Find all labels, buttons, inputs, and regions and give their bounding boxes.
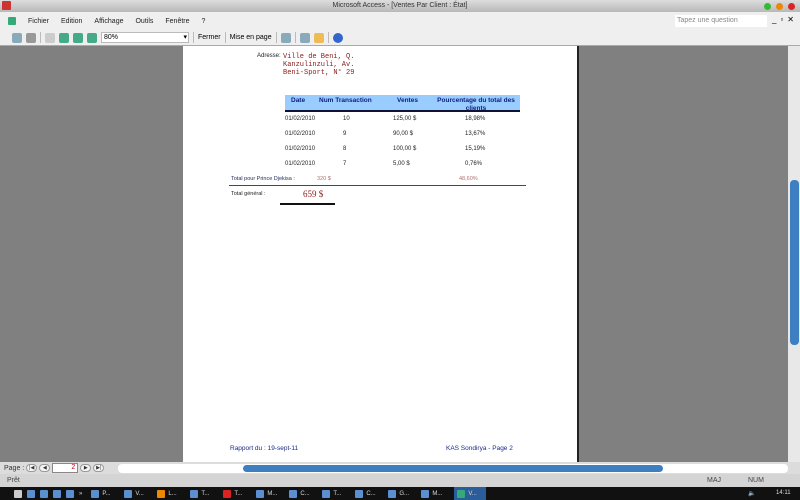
- footer-page: KAS Sondirya - Page 2: [446, 445, 513, 452]
- volume-icon[interactable]: 🔈: [748, 490, 755, 497]
- quicklaunch-icon[interactable]: [53, 489, 61, 498]
- doc-window-controls[interactable]: _▫✕: [772, 15, 798, 24]
- access-icon: [2, 1, 11, 10]
- grand-total-label: Total général :: [231, 191, 266, 197]
- window-title: Microsoft Access - [Ventes Par Client : …: [332, 2, 468, 9]
- db-icon: [8, 17, 16, 25]
- menu-edition[interactable]: Edition: [61, 18, 82, 25]
- table-row: 01/02/2010 8 100,00 $15,19%: [285, 146, 486, 152]
- last-page-button[interactable]: ▶|: [93, 464, 105, 472]
- menu-help[interactable]: ?: [202, 18, 206, 25]
- task-button[interactable]: M...: [256, 489, 284, 498]
- quicklaunch-icon[interactable]: [40, 489, 48, 498]
- page-number-input[interactable]: 2: [52, 463, 79, 473]
- underline: [280, 203, 335, 205]
- zoom-select[interactable]: 80%: [101, 32, 189, 43]
- help-icon[interactable]: [332, 32, 343, 43]
- task-button[interactable]: P...: [91, 489, 119, 498]
- next-page-button[interactable]: ▶: [80, 464, 92, 472]
- task-button[interactable]: V...: [124, 489, 152, 498]
- menu-fichier[interactable]: Fichier: [28, 18, 49, 25]
- taskbar: » P... V... L... T... T... M... C... T..…: [0, 487, 800, 500]
- status-bar: Prêt MAJ NUM: [0, 474, 800, 487]
- table-header: Date Num Transaction Ventes Pourcentage …: [285, 95, 520, 112]
- divider: [229, 185, 526, 186]
- footer-date: Rapport du : 19-sept-11: [230, 445, 299, 452]
- horizontal-scroll-thumb[interactable]: [243, 465, 663, 472]
- quicklaunch-icon[interactable]: [27, 489, 35, 498]
- menu-affichage[interactable]: Affichage: [94, 18, 123, 25]
- close-dot-icon[interactable]: [788, 3, 795, 10]
- toolbar: 80% Fermer Mise en page: [0, 30, 800, 46]
- task-button[interactable]: T...: [190, 489, 218, 498]
- subtotal-value: 320 $: [317, 176, 331, 182]
- minimize-dot-icon[interactable]: [764, 3, 771, 10]
- new-object-icon[interactable]: [313, 32, 324, 43]
- print-icon[interactable]: [26, 32, 36, 43]
- subtotal-label: Total pour Prince Djekisa :: [231, 176, 295, 182]
- title-bar: Microsoft Access - [Ventes Par Client : …: [0, 0, 800, 12]
- start-icon[interactable]: [14, 489, 22, 498]
- close-button[interactable]: Fermer: [198, 34, 221, 41]
- num-indicator: NUM: [748, 477, 764, 484]
- address-label: Adresse:: [257, 53, 281, 59]
- address: Ville de Beni, Q. Kanzulinzuli, Av. Beni…: [283, 53, 355, 77]
- prev-page-button[interactable]: ◀: [39, 464, 51, 472]
- page-label: Page :: [4, 464, 25, 472]
- quicklaunch-icon[interactable]: [66, 489, 74, 498]
- task-button[interactable]: G...: [388, 489, 416, 498]
- task-button[interactable]: L...: [157, 489, 185, 498]
- question-input[interactable]: Tapez une question: [675, 15, 767, 27]
- status-text: Prêt: [7, 477, 20, 484]
- office-links-icon[interactable]: [280, 32, 291, 43]
- menu-fenetre[interactable]: Fenêtre: [165, 18, 189, 25]
- task-button[interactable]: T...: [322, 489, 350, 498]
- task-button[interactable]: M...: [421, 489, 449, 498]
- multiple-pages-icon[interactable]: [87, 32, 97, 43]
- task-button-active[interactable]: V...: [454, 487, 487, 500]
- task-button[interactable]: C...: [289, 489, 317, 498]
- view-icon[interactable]: [12, 32, 22, 43]
- table-row: 01/02/2010 7 5,00 $0,76%: [285, 161, 483, 167]
- caps-indicator: MAJ: [707, 477, 721, 484]
- clock: 14:11: [776, 490, 791, 496]
- grand-total-value: 659 $: [303, 189, 324, 199]
- task-button[interactable]: T...: [223, 489, 251, 498]
- maximize-dot-icon[interactable]: [776, 3, 783, 10]
- menu-outils[interactable]: Outils: [135, 18, 153, 25]
- vertical-scroll-thumb[interactable]: [790, 180, 799, 345]
- report-page: Adresse: Ville de Beni, Q. Kanzulinzuli,…: [183, 46, 579, 462]
- table-row: 01/02/2010 10 125,00 $18,98%: [285, 116, 486, 122]
- two-pages-icon[interactable]: [73, 32, 83, 43]
- zoom-icon[interactable]: [45, 32, 55, 43]
- page-setup-button[interactable]: Mise en page: [230, 34, 272, 41]
- database-window-icon[interactable]: [299, 32, 310, 43]
- first-page-button[interactable]: |◀: [26, 464, 38, 472]
- subtotal-pct: 48,60%: [459, 176, 478, 182]
- one-page-icon[interactable]: [59, 32, 69, 43]
- table-row: 01/02/2010 9 90,00 $13,67%: [285, 131, 486, 137]
- task-button[interactable]: C...: [355, 489, 383, 498]
